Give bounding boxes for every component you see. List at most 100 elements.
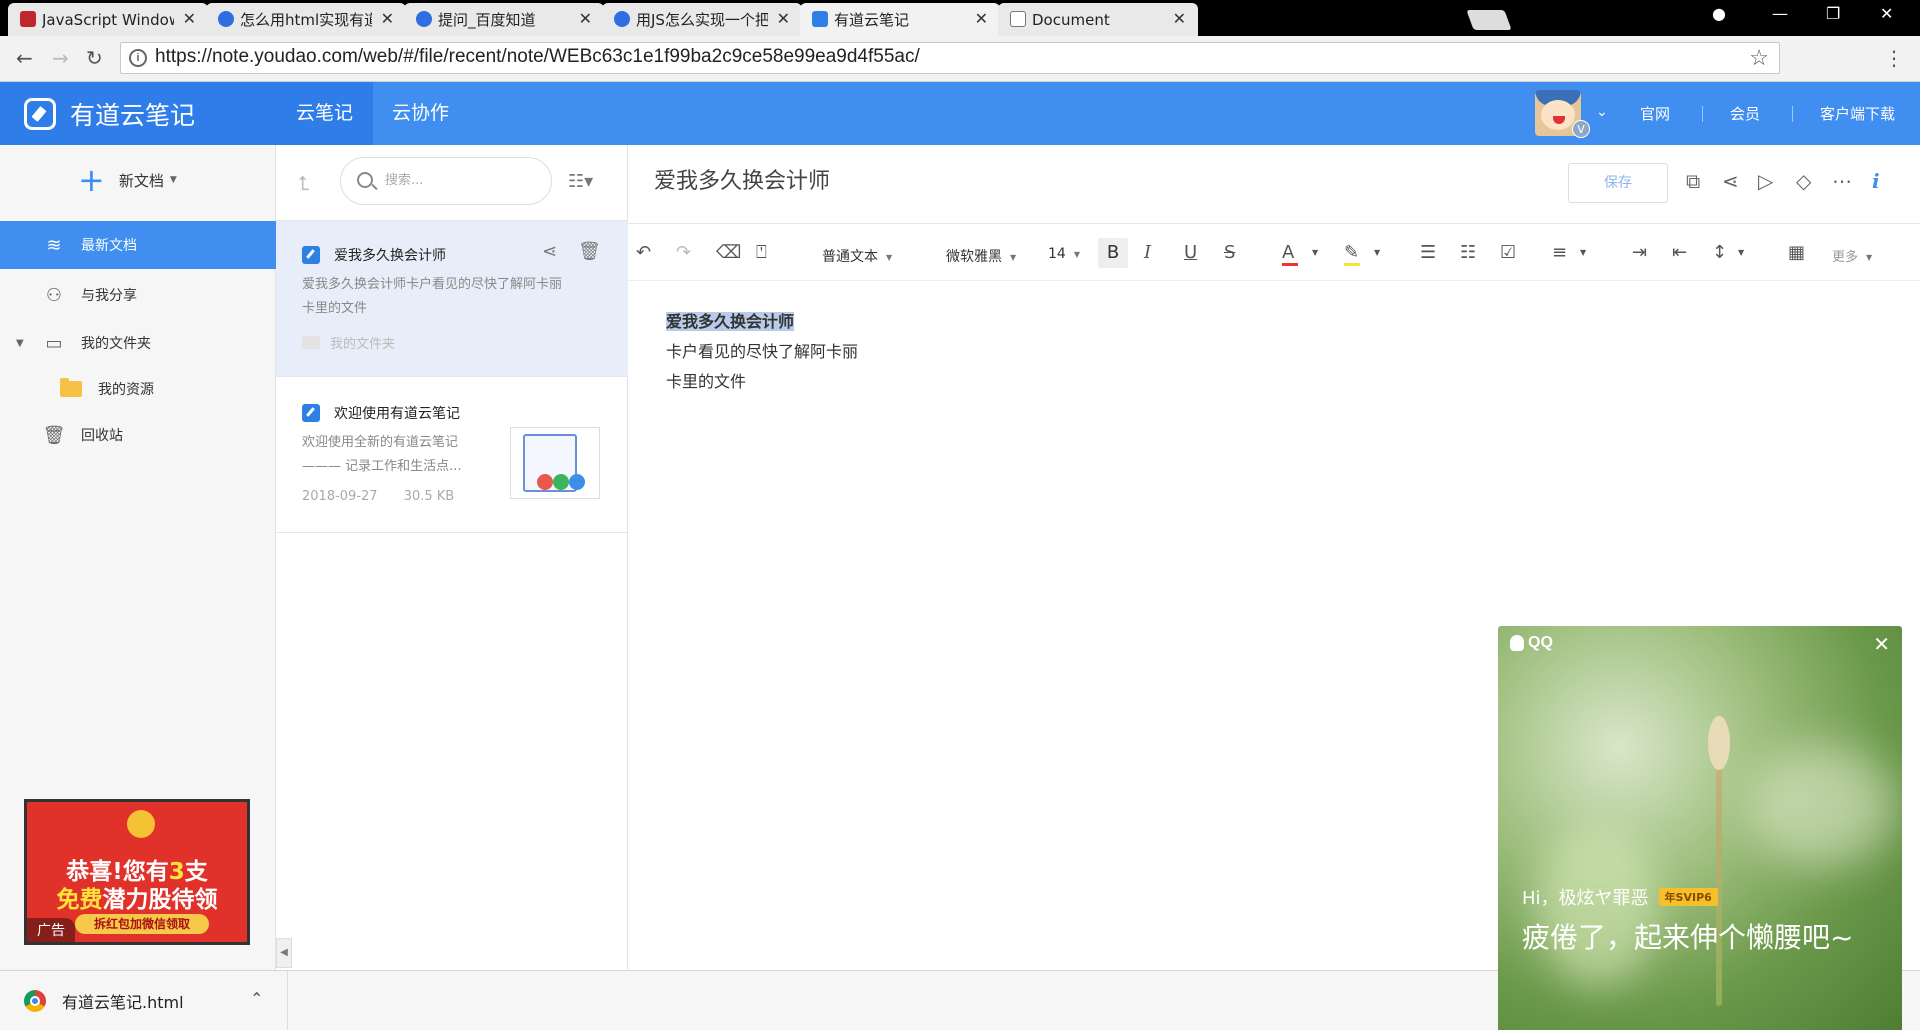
reload-icon[interactable]: ↻ [86, 46, 103, 70]
new-tab-button[interactable] [1466, 10, 1512, 30]
app-header: 有道云笔记 云笔记 云协作 V ⌄ 官网 会员 客户端下载 [0, 82, 1920, 145]
close-icon[interactable]: ✕ [381, 9, 394, 28]
collapse-list-button[interactable]: ◀ [276, 938, 292, 968]
brand[interactable]: 有道云笔记 [0, 82, 276, 145]
profile-icon[interactable]: ● [1712, 4, 1726, 23]
browser-tab-6[interactable]: Document ✕ [998, 3, 1198, 36]
link-official-site[interactable]: 官网 [1640, 103, 1670, 124]
bullet-list-icon[interactable]: ☰ [1420, 242, 1436, 263]
italic-icon[interactable]: I [1144, 242, 1151, 263]
more-icon[interactable]: ⋯ [1832, 169, 1852, 193]
share-icon[interactable]: ⋖ [542, 241, 557, 262]
underline-icon[interactable]: U [1184, 242, 1197, 263]
browser-tab-2[interactable]: 怎么用html实现有道云笔记 ✕ [206, 3, 406, 36]
list-item[interactable]: 爱我多久换会计师 ⋖ 🗑 爱我多久换会计师卡户看见的尽快了解阿卡丽 卡里的文件 … [276, 221, 628, 377]
checkbox-icon[interactable]: ☑ [1500, 242, 1516, 263]
search-input[interactable]: 搜索... [340, 157, 552, 205]
close-icon[interactable]: ✕ [1173, 9, 1186, 28]
note-icon [302, 246, 320, 264]
font-family-select[interactable]: 微软雅黑 ▼ [946, 246, 1016, 266]
bookmark-star-icon[interactable]: ☆ [1749, 45, 1769, 71]
outdent-icon[interactable]: ⇤ [1672, 242, 1687, 263]
chevron-up-icon[interactable]: ⌃ [250, 989, 263, 1008]
bold-icon[interactable]: B [1098, 238, 1128, 268]
close-icon[interactable]: ✕ [975, 9, 988, 28]
sidebar-ad[interactable]: 恭喜!您有3支 免费潜力股待领 拆红包加微信领取 广告 [24, 799, 250, 945]
chevron-down-icon[interactable]: ⌄ [1596, 104, 1608, 120]
list-view-icon[interactable]: ☷▾ [568, 171, 593, 192]
share-icon[interactable]: ⋖ [1722, 169, 1739, 193]
save-button[interactable]: 保存 [1568, 163, 1668, 203]
sidebar-item-my-folders[interactable]: ▼ ▭ 我的文件夹 [0, 319, 276, 367]
sidebar-item-recent[interactable]: ≋ 最新文档 [0, 221, 276, 269]
link-client-download[interactable]: 客户端下载 [1820, 103, 1895, 124]
caret-down-icon: ▼ [1073, 249, 1080, 259]
font-color-icon[interactable]: A [1282, 242, 1298, 266]
info-icon[interactable]: i [1872, 169, 1880, 193]
up-level-icon[interactable]: ⮤ [298, 171, 310, 195]
forward-icon[interactable]: → [52, 46, 69, 70]
plus-icon: + [78, 161, 105, 199]
qq-notification-popup[interactable]: QQ ✕ Hi，极炫ヤ罪恶 年SVIP6 疲倦了，起来伸个懒腰吧~ [1498, 626, 1902, 1030]
list-item[interactable]: 欢迎使用有道云笔记 欢迎使用全新的有道云笔记 ——— 记录工作和生活点... 2… [276, 377, 628, 533]
caret-down-icon[interactable]: ▼ [1374, 248, 1380, 257]
browser-toolbar: ← → ↻ i https://note.youdao.com/web/#/fi… [0, 36, 1920, 82]
doc-title[interactable]: 爱我多久换会计师 [654, 163, 830, 195]
new-doc-button[interactable]: + 新文档 ▼ [78, 161, 177, 199]
close-icon[interactable]: ✕ [579, 9, 592, 28]
caret-down-icon[interactable]: ▼ [1312, 248, 1318, 257]
browser-tab-1[interactable]: JavaScript Window - 浏览器对象模型 ✕ [8, 3, 208, 36]
redo-icon[interactable]: ↷ [676, 242, 691, 263]
caret-down-icon[interactable]: ▼ [16, 338, 24, 349]
browser-menu-icon[interactable]: ⋮ [1884, 46, 1904, 70]
caret-down-icon[interactable]: ▼ [1738, 248, 1744, 257]
undo-icon[interactable]: ↶ [636, 242, 651, 263]
sidebar-item-shared[interactable]: ⚇ 与我分享 [0, 271, 276, 319]
strikethrough-icon[interactable]: S [1224, 242, 1235, 263]
window-close-icon[interactable]: ✕ [1880, 4, 1893, 23]
sidebar-item-trash[interactable]: 🗑 回收站 [0, 411, 276, 459]
present-icon[interactable]: ▷ [1758, 169, 1773, 193]
site-info-icon[interactable]: i [129, 49, 147, 67]
tag-icon[interactable]: ◇ [1796, 169, 1811, 193]
note-thumbnail [510, 427, 600, 499]
note-list-header: ⮤ 搜索... ☷▾ [276, 145, 628, 221]
search-icon [357, 172, 373, 188]
paragraph-style-select[interactable]: 普通文本 ▼ [822, 246, 892, 266]
trash-icon[interactable]: 🗑 [578, 241, 601, 262]
editor-content[interactable]: 爱我多久换会计师 卡户看见的尽快了解阿卡丽 卡里的文件 [666, 307, 858, 397]
indent-icon[interactable]: ⇥ [1632, 242, 1647, 263]
browser-tab-4[interactable]: 用JS怎么实现一个把一个 ✕ [602, 3, 802, 36]
close-icon[interactable]: ✕ [1873, 632, 1890, 656]
content-line: 卡户看见的尽快了解阿卡丽 [666, 342, 859, 361]
eraser-icon[interactable]: ⌫ [716, 242, 741, 263]
browser-tab-5[interactable]: 有道云笔记 ✕ [800, 3, 1000, 36]
line-height-icon[interactable]: ↕ [1712, 242, 1727, 263]
font-size-select[interactable]: 14 ▼ [1048, 246, 1080, 262]
format-painter-icon[interactable]: ⍞ [756, 242, 767, 263]
link-membership[interactable]: 会员 [1730, 103, 1760, 124]
sidebar-item-label: 我的文件夹 [81, 336, 151, 352]
highlight-icon[interactable]: ✎ [1344, 242, 1360, 266]
tab-title: 怎么用html实现有道云笔记 [240, 11, 372, 29]
restore-icon[interactable]: ❐ [1826, 4, 1840, 23]
download-item[interactable]: 有道云笔记.html ⌃ [0, 971, 288, 1030]
browser-tab-3[interactable]: 提问_百度知道 ✕ [404, 3, 604, 36]
caret-down-icon[interactable]: ▼ [1580, 248, 1586, 257]
ad-cta[interactable]: 拆红包加微信领取 [75, 914, 209, 934]
copy-icon[interactable]: ⧉ [1686, 169, 1700, 193]
align-left-icon[interactable]: ≡ [1552, 242, 1567, 263]
ad-subheadline: 免费潜力股待领 [56, 887, 218, 913]
sidebar-item-my-resources[interactable]: 我的资源 [0, 365, 276, 413]
close-icon[interactable]: ✕ [183, 9, 196, 28]
tab-cloud-collab[interactable]: 云协作 [372, 82, 469, 145]
numbered-list-icon[interactable]: ☷ [1460, 242, 1476, 263]
back-icon[interactable]: ← [16, 46, 33, 70]
address-bar[interactable]: i https://note.youdao.com/web/#/file/rec… [120, 42, 1780, 74]
close-icon[interactable]: ✕ [777, 9, 790, 28]
brand-name: 有道云笔记 [70, 100, 196, 130]
table-icon[interactable]: ▦ [1788, 242, 1805, 263]
more-format-button[interactable]: 更多 ▼ [1832, 246, 1872, 265]
tab-cloud-notes[interactable]: 云笔记 [276, 82, 374, 145]
minimize-icon[interactable]: — [1772, 4, 1788, 23]
